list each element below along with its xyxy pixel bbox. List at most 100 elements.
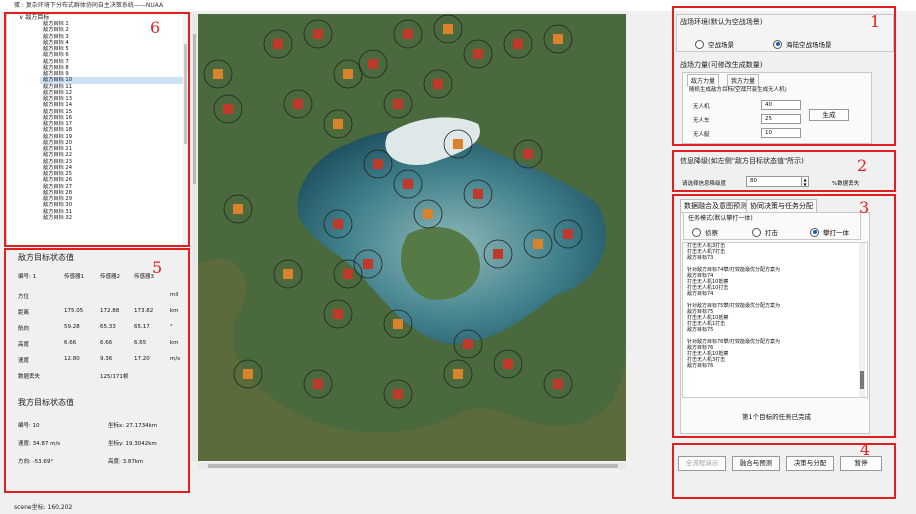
my-altitude: 高度: 3.87km [108, 459, 144, 465]
unit-icon[interactable] [403, 29, 413, 39]
task-done-text: 第1个目标的任务已完成 [742, 413, 812, 421]
radio-recon[interactable]: 侦察 [692, 227, 718, 237]
mode-title: 任务模式(默认攀打一体) [686, 213, 755, 222]
radio-sea-land-air-scene-indicator[interactable] [773, 39, 782, 49]
unit-icon[interactable] [553, 379, 563, 389]
map-horizontal-scrollbar[interactable] [198, 463, 626, 469]
enemy-state-cell-unit: km [170, 308, 179, 314]
fusion-predict-button[interactable]: 融合与预测 [732, 456, 780, 471]
random-generate-label: 随机生成敌方目标(空战只会生成无人机) [689, 87, 787, 93]
battlefield-map-canvas[interactable] [198, 14, 626, 461]
radio-recon-strike-label: 攀打一体 [823, 229, 849, 237]
unit-icon[interactable] [313, 29, 323, 39]
unit-icon[interactable] [333, 119, 343, 129]
unit-icon[interactable] [333, 219, 343, 229]
unit-icon[interactable] [293, 99, 303, 109]
allocation-log[interactable]: 打击无人机3打击 打击无人机7打击 敌方目标73 针对敌方目标74攀/打效能最优分配… [682, 242, 868, 398]
status-bar: scene坐标: 160,202 [14, 504, 73, 511]
uav-count-input[interactable]: 40 [761, 100, 801, 110]
unit-icon[interactable] [443, 24, 453, 34]
unit-icon[interactable] [213, 69, 223, 79]
radio-sea-land-air-scene-label: 海陆空战场场景 [786, 41, 832, 49]
radio-recon-strike[interactable]: 攀打一体 [810, 227, 849, 237]
ugv-count-input[interactable]: 25 [761, 114, 801, 124]
decision-allocate-button[interactable]: 决策与分配 [786, 456, 834, 471]
radio-recon-indicator[interactable] [692, 227, 701, 237]
unit-icon[interactable] [333, 309, 343, 319]
unit-icon[interactable] [423, 209, 433, 219]
unit-icon[interactable] [473, 189, 483, 199]
annotation-label-2: 2 [857, 156, 868, 175]
radio-strike-label: 打击 [765, 229, 778, 237]
enemy-target-tree[interactable]: ∨ 敌方目标 敌方目标 1 敌方目标 2 敌方目标 3 敌方目标 4 敌方目标 5 敌方目… [6, 13, 189, 246]
tree-item-target-32[interactable]: 敌方目标 32 [43, 215, 188, 221]
radio-air-scene[interactable]: 空战场景 [695, 39, 734, 49]
unit-icon[interactable] [313, 379, 323, 389]
unit-icon[interactable] [393, 389, 403, 399]
unit-icon[interactable] [243, 369, 253, 379]
unit-icon[interactable] [473, 49, 483, 59]
unit-icon[interactable] [533, 239, 543, 249]
enemy-state-title: 敌方目标状态值 [18, 253, 74, 262]
unit-icon[interactable] [493, 249, 503, 259]
enemy-state-cell-v3: 173.82 [134, 308, 154, 314]
enemy-state-cell-v2: 65.33 [100, 324, 116, 330]
my-heading: 方向: -53.69° [18, 459, 54, 465]
unit-icon[interactable] [363, 259, 373, 269]
tree-scrollbar[interactable] [183, 14, 188, 245]
spinbox-arrows[interactable]: ▲ ▼ [801, 176, 809, 187]
unit-icon[interactable] [523, 149, 533, 159]
unit-icon[interactable] [433, 79, 443, 89]
header-sensor1: 传感器1 [64, 274, 84, 280]
radio-air-scene-indicator[interactable] [695, 39, 704, 49]
generate-button[interactable]: 生成 [809, 109, 849, 121]
unit-icon[interactable] [453, 139, 463, 149]
enemy-state-cell-unit: m/s [170, 356, 181, 362]
unit-icon[interactable] [553, 34, 563, 44]
battlefield-map[interactable] [198, 14, 626, 461]
unit-icon[interactable] [373, 159, 383, 169]
unit-icon[interactable] [233, 204, 243, 214]
unit-icon[interactable] [273, 39, 283, 49]
unit-icon[interactable] [283, 269, 293, 279]
usv-count-input[interactable]: 10 [761, 128, 801, 138]
chevron-down-icon[interactable]: ∨ [19, 14, 23, 21]
radio-recon-strike-indicator[interactable] [810, 227, 819, 237]
unit-icon[interactable] [503, 359, 513, 369]
degrade-spinbox[interactable]: 80 [746, 176, 808, 187]
unit-icon[interactable] [403, 179, 413, 189]
my-id: 编号: 10 [18, 423, 40, 429]
unit-icon[interactable] [453, 369, 463, 379]
unit-icon[interactable] [563, 229, 573, 239]
log-line: 敌方目标76 [687, 363, 714, 369]
tab-decision-allocation[interactable]: 协同决策与任务分配 [746, 199, 817, 213]
log-scrollbar[interactable] [859, 243, 865, 397]
map-vertical-scrollbar[interactable] [192, 14, 197, 461]
unit-icon[interactable] [343, 269, 353, 279]
radio-strike[interactable]: 打击 [752, 227, 778, 237]
info-degrade-title: 信息降级(如左侧"敌方目标状态值"所示) [680, 157, 804, 165]
radio-strike-indicator[interactable] [752, 227, 761, 237]
radio-sea-land-air-scene[interactable]: 海陆空战场场景 [773, 39, 832, 49]
tree-root[interactable]: ∨ 敌方目标 [7, 14, 188, 21]
enemy-state-cell-v3: 6.65 [134, 340, 147, 346]
env-title: 战场环境(默认为空战场景) [678, 17, 765, 27]
unit-icon[interactable] [223, 104, 233, 114]
header-id: 编号: 1 [18, 274, 37, 280]
unit-icon[interactable] [463, 339, 473, 349]
full-demo-button[interactable]: 全流程演示 [678, 456, 726, 471]
tree-root-label: 敌方目标 [25, 14, 50, 21]
radio-air-scene-label: 空战场景 [708, 41, 734, 49]
unit-icon[interactable] [393, 99, 403, 109]
unit-icon[interactable] [368, 59, 378, 69]
annotation-label-5: 5 [152, 258, 163, 277]
unit-icon[interactable] [513, 39, 523, 49]
data-loss-label: 数据丢失 [18, 374, 41, 380]
data-loss-value: 125/171帧 [100, 374, 129, 380]
enemy-state-cell-v3: 65.17 [134, 324, 150, 330]
annotation-label-1: 1 [870, 12, 881, 31]
unit-icon[interactable] [343, 69, 353, 79]
tab-fusion-prediction[interactable]: 数据融合及意图预测 [680, 199, 751, 213]
unit-icon[interactable] [393, 319, 403, 329]
enemy-state-cell-label: 航向 [18, 326, 30, 332]
